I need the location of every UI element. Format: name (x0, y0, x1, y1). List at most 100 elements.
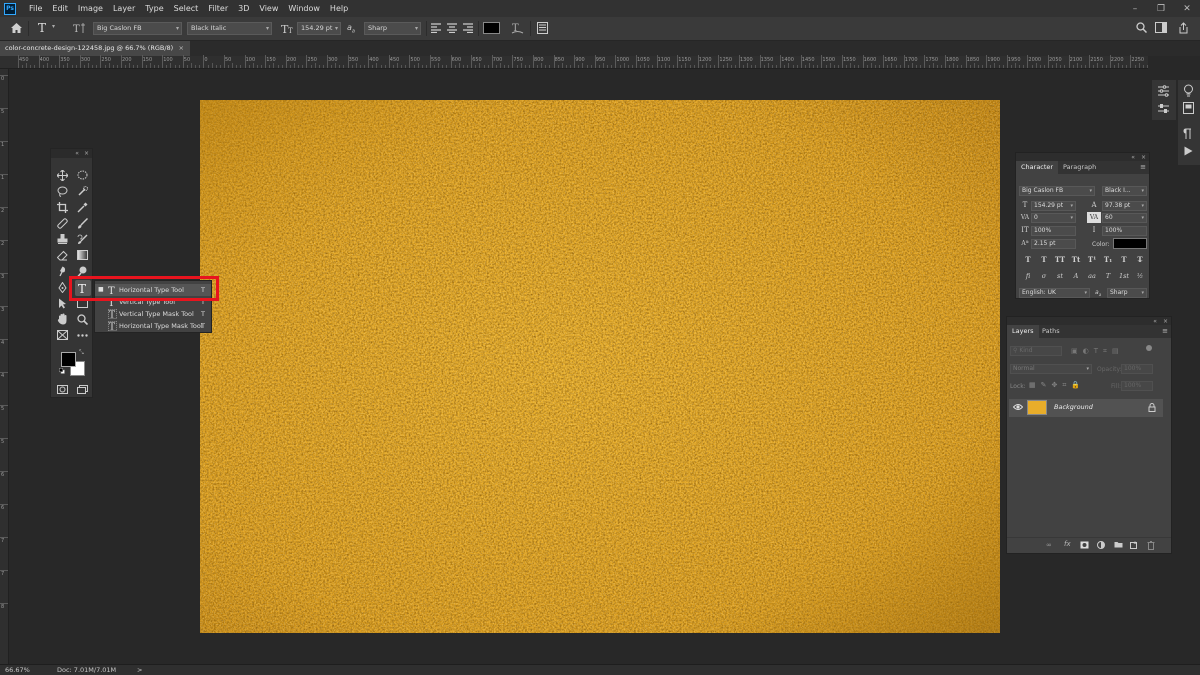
minimize-button[interactable]: – (1122, 0, 1148, 17)
type-style-button[interactable]: T (1118, 254, 1130, 265)
type-style-button[interactable]: Tt (1070, 254, 1082, 265)
opentype-feature-button[interactable]: 1st (1118, 271, 1130, 282)
font-family-select[interactable]: Big Caslon FB ▾ (93, 22, 182, 35)
font-size-input[interactable]: 154.29 pt ▾ (297, 22, 341, 35)
lasso-tool-icon[interactable] (55, 184, 69, 198)
collapse-panel-icon[interactable]: « (1131, 154, 1135, 161)
close-icon[interactable]: × (1163, 318, 1168, 325)
play-actions-icon[interactable] (1184, 146, 1193, 156)
panel-header[interactable]: « × (1007, 317, 1171, 325)
eyedropper-tool-icon[interactable] (75, 200, 89, 214)
font-family-select[interactable]: Big Caslon FB ▾ (1019, 186, 1095, 196)
antialias-select[interactable]: Sharp ▾ (1107, 288, 1147, 298)
marquee-tool-icon[interactable] (75, 168, 89, 182)
layer-filter-kind-select[interactable]: ⚲ Kind (1010, 346, 1062, 356)
opentype-feature-button[interactable]: aa (1086, 271, 1098, 282)
panel-menu-icon[interactable]: ≡ (1162, 327, 1168, 335)
blend-mode-select[interactable]: Normal ▾ (1010, 364, 1092, 374)
eraser-tool-icon[interactable] (55, 248, 69, 262)
zoom-level[interactable]: 66.67% (5, 665, 30, 675)
align-right-icon[interactable] (463, 23, 473, 36)
collapse-panel-icon[interactable]: « (75, 150, 79, 157)
link-layers-icon[interactable]: ∞ (1046, 541, 1052, 549)
character-paragraph-panels-icon[interactable] (537, 22, 548, 35)
workspace-icon[interactable] (1155, 22, 1167, 35)
align-center-icon[interactable] (447, 23, 457, 36)
close-icon[interactable]: × (1141, 154, 1146, 161)
text-color-swatch[interactable] (1113, 238, 1147, 249)
tracking-input[interactable]: 60 ▾ (1102, 213, 1147, 223)
leading-input[interactable]: 97.38 pt ▾ (1102, 201, 1147, 211)
menu-view[interactable]: View (254, 0, 283, 17)
close-icon[interactable]: × (179, 41, 184, 56)
document-info[interactable]: Doc: 7.01M/7.01M (57, 665, 116, 675)
opentype-feature-button[interactable]: fi (1022, 271, 1034, 282)
adjustments-icon[interactable] (1157, 102, 1170, 115)
toggle-text-orientation-icon[interactable]: T (72, 22, 86, 35)
chevron-down-icon[interactable]: ▾ (52, 23, 55, 36)
flyout-item-horizontal-type-mask-tool[interactable]: T Horizontal Type Mask Tool T (95, 320, 211, 332)
kerning-input[interactable]: 0 ▾ (1031, 213, 1076, 223)
layer-filter-icons[interactable]: ▣◐T⌗▤ (1071, 347, 1124, 356)
menu-select[interactable]: Select (169, 0, 204, 17)
paragraph-styles-icon[interactable] (1183, 128, 1194, 140)
type-style-button[interactable]: T̶ (1134, 254, 1146, 265)
horizontal-ruler[interactable]: 450 400 350 300 250 200 150 100 50 0 50 100 150 200 25… (0, 55, 1148, 69)
font-style-select[interactable]: Black Italic ▾ (187, 22, 272, 35)
menu-file[interactable]: File (24, 0, 47, 17)
opentype-feature-button[interactable]: A (1070, 271, 1082, 282)
tab-paragraph[interactable]: Paragraph (1058, 161, 1101, 174)
vertical-ruler[interactable]: 0 5 1 1 2 2 3 3 4 4 5 5 6 6 7 7 8 (0, 69, 9, 664)
opentype-feature-button[interactable]: st (1054, 271, 1066, 282)
clone-stamp-tool-icon[interactable] (55, 232, 69, 246)
document-canvas-image[interactable] (200, 100, 1000, 633)
gradient-tool-icon[interactable] (75, 248, 89, 262)
close-icon[interactable]: × (84, 150, 89, 157)
status-menu-arrow-icon[interactable]: > (137, 665, 142, 675)
antialias-select[interactable]: Sharp ▾ (364, 22, 421, 35)
lock-icon[interactable] (1148, 403, 1156, 412)
align-left-icon[interactable] (431, 23, 441, 36)
type-style-button[interactable]: T¹ (1086, 254, 1098, 265)
brush-settings-icon[interactable] (1157, 84, 1170, 97)
text-color-swatch[interactable] (483, 22, 500, 34)
pen-tool-icon[interactable] (55, 280, 69, 294)
menu-type[interactable]: Type (140, 0, 168, 17)
share-icon[interactable] (1178, 22, 1189, 35)
baseline-shift-input[interactable]: 2.15 pt (1031, 239, 1076, 249)
tab-character[interactable]: Character (1016, 161, 1059, 174)
brush-tool-icon[interactable] (75, 216, 89, 230)
font-style-select[interactable]: Black I... ▾ (1102, 186, 1147, 196)
quick-mask-icon[interactable] (55, 382, 69, 396)
type-style-button[interactable]: T₁ (1102, 254, 1114, 265)
foreground-color-swatch[interactable] (61, 352, 76, 367)
type-tool-preset-icon[interactable]: T (38, 21, 46, 35)
delete-layer-icon[interactable] (1147, 541, 1155, 550)
new-layer-icon[interactable] (1130, 541, 1138, 549)
opentype-feature-button[interactable]: T (1102, 271, 1114, 282)
frame-tool-icon[interactable] (55, 328, 69, 342)
close-window-button[interactable]: ✕ (1174, 0, 1200, 17)
add-mask-icon[interactable] (1080, 541, 1089, 549)
move-tool-icon[interactable] (55, 168, 69, 182)
language-select[interactable]: English: UK ▾ (1019, 288, 1090, 298)
horizontal-scale-input[interactable]: 100% (1102, 226, 1147, 236)
menu-window[interactable]: Window (283, 0, 325, 17)
panel-menu-icon[interactable]: ≡ (1140, 163, 1146, 171)
collapse-panel-icon[interactable]: « (1153, 318, 1157, 325)
type-style-button[interactable]: TT (1054, 254, 1066, 265)
libraries-icon[interactable] (1183, 102, 1194, 114)
type-style-button[interactable]: T (1022, 254, 1034, 265)
blur-tool-icon[interactable] (55, 264, 69, 278)
fx-icon[interactable]: fx (1064, 540, 1071, 548)
screen-mode-icon[interactable] (75, 382, 89, 396)
learn-lightbulb-icon[interactable] (1183, 84, 1194, 97)
menu-image[interactable]: Image (73, 0, 108, 17)
path-selection-tool-icon[interactable] (55, 296, 69, 310)
lock-options-icons[interactable]: ▦✎✥⌗🔒 (1029, 381, 1085, 390)
vertical-scale-input[interactable]: 100% (1031, 226, 1076, 236)
layer-row-background[interactable]: Background (1009, 399, 1163, 417)
font-size-input[interactable]: 154.29 pt ▾ (1031, 201, 1076, 211)
photoshop-logo-icon[interactable]: Ps (4, 2, 16, 15)
tools-panel-header[interactable]: « × (51, 149, 92, 158)
